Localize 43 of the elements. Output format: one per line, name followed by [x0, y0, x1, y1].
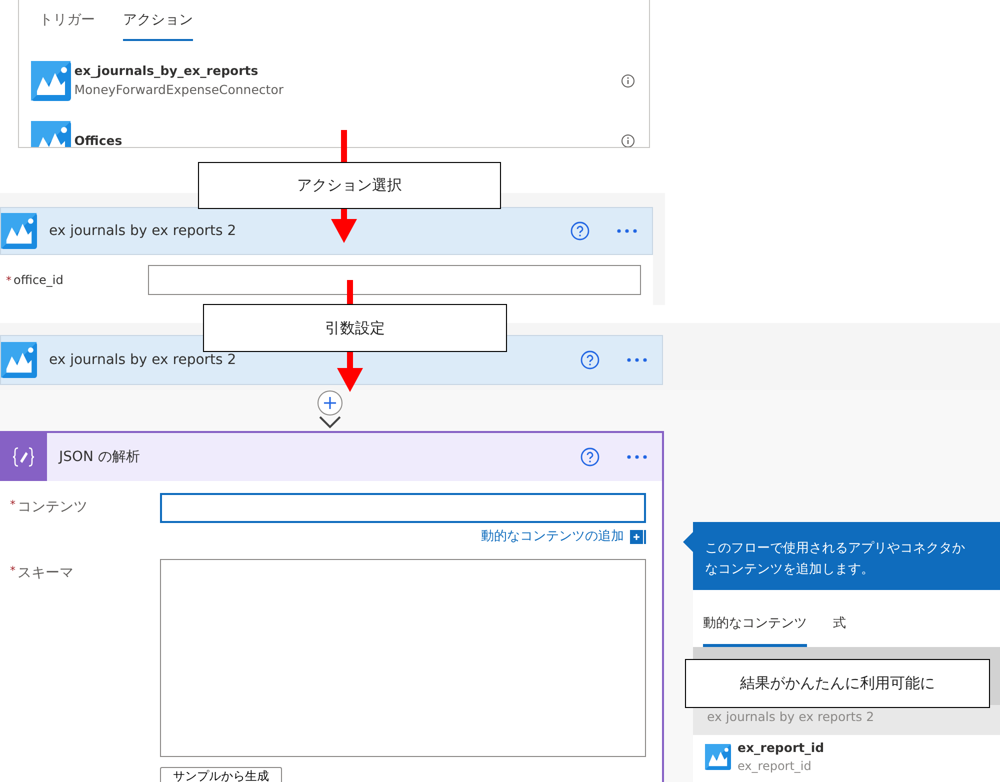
required-marker: * [6, 274, 12, 287]
field-label: コンテンツ [18, 498, 88, 517]
more-options-icon[interactable] [626, 357, 648, 363]
item-subtitle: ex_report_id [738, 758, 812, 776]
connector-logo-icon [1, 213, 37, 249]
tab[interactable]: トリガー [39, 4, 95, 41]
connector-logo-icon [1, 342, 37, 378]
help-icon[interactable] [570, 221, 590, 241]
field-label: スキーマ [18, 564, 74, 582]
action-title: Offices [74, 132, 124, 147]
field-label: office_id [14, 272, 64, 287]
help-icon[interactable] [580, 447, 600, 467]
info-icon[interactable] [621, 134, 635, 147]
generate-from-sample-button[interactable]: サンプルから生成 [160, 766, 282, 782]
required-marker: * [10, 562, 16, 578]
plus-icon[interactable] [630, 530, 646, 544]
more-options-icon[interactable] [616, 228, 638, 234]
annotation-label: アクション選択 [198, 162, 501, 209]
annotation-label: 結果がかんたんに利用可能に [685, 659, 990, 708]
action-subtitle: MoneyForwardExpenseConnector [74, 81, 284, 99]
chevron-down-icon [318, 415, 342, 429]
card-title: JSON の解析 [57, 448, 141, 466]
add-step-icon[interactable] [317, 390, 343, 416]
add-dynamic-content-link[interactable]: 動的なコンテンツの追加 [481, 527, 624, 546]
callout-pointer [683, 532, 693, 552]
connector-logo-icon [31, 61, 71, 101]
input-field[interactable] [160, 493, 646, 523]
panel-description: このフローで使用されるアプリやコネクタか なコンテンツを追加します。 [693, 522, 1000, 590]
card-title: ex journals by ex reports 2 [48, 350, 238, 370]
dynamic-content-item[interactable]: ex_report_id ex_report_id [693, 734, 1000, 776]
action-title: ex_journals_by_ex_reports [74, 62, 260, 80]
item-title: ex_report_id [738, 738, 824, 757]
info-icon[interactable] [621, 74, 635, 88]
connector-logo-icon [705, 744, 731, 770]
required-marker: * [10, 497, 16, 513]
input-field[interactable] [148, 265, 641, 295]
tab[interactable]: 式 [833, 608, 846, 646]
help-icon[interactable] [580, 350, 600, 370]
more-options-icon[interactable] [626, 454, 648, 460]
card-title: ex journals by ex reports 2 [48, 222, 238, 240]
action-list-item[interactable]: ex_journals_by_ex_reports MoneyForwardExpenseConnector [31, 51, 649, 111]
tab[interactable]: アクション [123, 4, 193, 41]
annotation-label: 引数設定 [203, 304, 507, 352]
